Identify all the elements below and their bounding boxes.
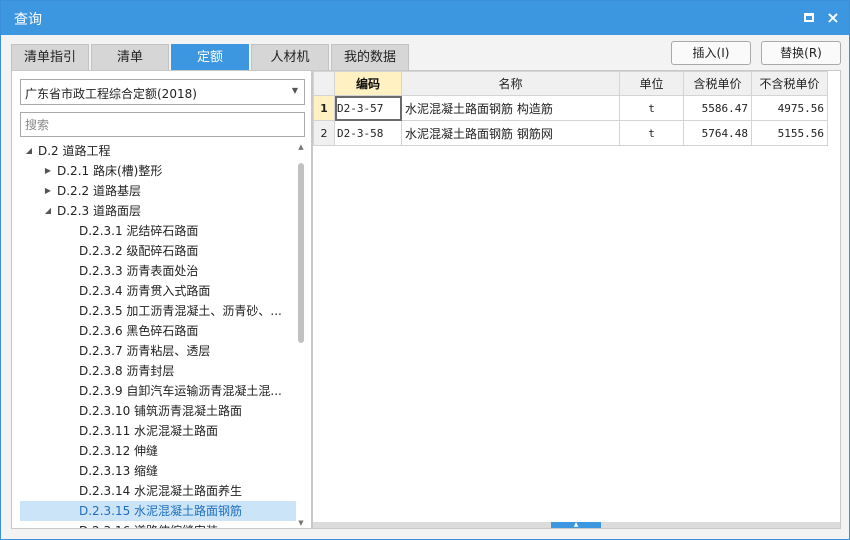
maximize-icon: [804, 13, 814, 22]
tab-qingdan-zhiyin[interactable]: 清单指引: [11, 44, 89, 70]
tree-item[interactable]: ▶ D.2.1 路床(槽)整形: [20, 161, 296, 181]
tree-item-label: D.2.3.12 伸缝: [79, 444, 159, 458]
title-bar[interactable]: 查询 ×: [1, 1, 849, 35]
expand-icon[interactable]: ▶: [43, 181, 53, 201]
quota-library-select[interactable]: 广东省市政工程综合定额(2018) ▼: [20, 79, 305, 105]
tab-my-data[interactable]: 我的数据: [331, 44, 409, 70]
cell-price-notax[interactable]: 5155.56: [751, 120, 828, 146]
tree-item-label: D.2.3.16 道路伸缩缝安装: [79, 521, 218, 528]
tree-item-label: D.2.3.8 沥青封层: [79, 364, 175, 378]
tree-item-label: D.2.3.2 级配碎石路面: [79, 244, 199, 258]
tree-item[interactable]: D.2.3.11 水泥混凝土路面: [20, 421, 296, 441]
tree-item[interactable]: D.2.3.9 自卸汽车运输沥青混凝土混...: [20, 381, 296, 401]
quota-library-value: 广东省市政工程综合定额(2018): [25, 87, 197, 101]
grid-hscrollbar[interactable]: ▲: [313, 522, 840, 528]
category-tree: ◢ D.2 道路工程 ▶ D.2.1 路床(槽)整形 ▶ D.2.2 道路基层 ◢ D.2.3…: [12, 141, 296, 528]
scroll-up-icon[interactable]: ▲: [297, 143, 305, 151]
quota-grid-panel: 编码 名称 单位 含税单价 不含税单价 1 D2-3-57 水泥混凝土路面钢筋 …: [312, 70, 841, 529]
tree-item-label: D.2.3.9 自卸汽车运输沥青混凝土混...: [79, 384, 282, 398]
tree-item-label: D.2.3.1 泥结碎石路面: [79, 224, 199, 238]
tree-item-label: D.2.3.4 沥青贯入式路面: [79, 284, 211, 298]
close-button[interactable]: ×: [823, 8, 843, 28]
cell-price-notax[interactable]: 4975.56: [751, 95, 828, 121]
cell-unit[interactable]: t: [619, 95, 684, 121]
collapse-icon[interactable]: ◢: [43, 201, 53, 221]
tree-item[interactable]: D.2.3.1 泥结碎石路面: [20, 221, 296, 241]
tree-item[interactable]: D.2.3.7 沥青粘层、透层: [20, 341, 296, 361]
tree-item-label: D.2.3.3 沥青表面处治: [79, 264, 199, 278]
header-rownum: [313, 71, 335, 96]
tree-item[interactable]: ▶ D.2.2 道路基层: [20, 181, 296, 201]
search-input[interactable]: [20, 112, 305, 137]
tree-item[interactable]: D.2.3.13 缩缝: [20, 461, 296, 481]
query-window: 查询 × 清单指引 清单 定额 人材机 我的数据 插入(I) 替换(R) 广东省…: [0, 0, 850, 540]
table-row[interactable]: 1 D2-3-57 水泥混凝土路面钢筋 构造筋 t 5586.47 4975.5…: [313, 95, 828, 121]
maximize-button[interactable]: [799, 8, 819, 28]
tree-item[interactable]: D.2.3.4 沥青贯入式路面: [20, 281, 296, 301]
tree-item[interactable]: D.2.3.6 黑色碎石路面: [20, 321, 296, 341]
window-title: 查询: [14, 12, 42, 28]
tree-item[interactable]: D.2.3.14 水泥混凝土路面养生: [20, 481, 296, 501]
tree-item[interactable]: D.2.3.15 水泥混凝土路面钢筋: [20, 501, 296, 521]
tree-item-label: D.2.3.15 水泥混凝土路面钢筋: [79, 504, 243, 518]
left-panel: 广东省市政工程综合定额(2018) ▼ ◢ D.2 道路工程 ▶ D.2.1 路床(槽…: [11, 70, 312, 529]
collapse-icon[interactable]: ◢: [24, 141, 34, 161]
tree-item[interactable]: ◢ D.2 道路工程: [20, 141, 296, 161]
cell-name[interactable]: 水泥混凝土路面钢筋 钢筋网: [401, 120, 620, 146]
tab-dinge[interactable]: 定额: [171, 44, 249, 70]
tree-item[interactable]: D.2.3.8 沥青封层: [20, 361, 296, 381]
cell-unit[interactable]: t: [619, 120, 684, 146]
tree-item-label: D.2.3.7 沥青粘层、透层: [79, 344, 211, 358]
row-number: 2: [313, 120, 335, 146]
tree-item-label: D.2.3.6 黑色碎石路面: [79, 324, 199, 338]
cell-code[interactable]: D2-3-57: [334, 95, 402, 121]
tree-item[interactable]: D.2.3.10 铺筑沥青混凝土路面: [20, 401, 296, 421]
tree-item-label: D.2.3.10 铺筑沥青混凝土路面: [79, 404, 243, 418]
header-code[interactable]: 编码: [334, 71, 402, 96]
tab-rencaiji[interactable]: 人材机: [251, 44, 329, 70]
expand-icon[interactable]: ▶: [43, 161, 53, 181]
tree-item-label: D.2.3.14 水泥混凝土路面养生: [79, 484, 243, 498]
row-number: 1: [313, 95, 335, 121]
tree-item[interactable]: D.2.3.16 道路伸缩缝安装: [20, 521, 296, 528]
tree-item-label: D.2.3.5 加工沥青混凝土、沥青砂、...: [79, 304, 282, 318]
header-price-notax[interactable]: 不含税单价: [751, 71, 828, 96]
cell-price-tax[interactable]: 5764.48: [683, 120, 752, 146]
replace-button[interactable]: 替换(R): [761, 41, 841, 65]
close-icon: ×: [826, 8, 840, 27]
tree-item-label: D.2.2 道路基层: [57, 184, 141, 198]
tree-item-label: D.2.3.13 缩缝: [79, 464, 159, 478]
insert-button[interactable]: 插入(I): [671, 41, 751, 65]
tree-item[interactable]: D.2.3.3 沥青表面处治: [20, 261, 296, 281]
tab-qingdan[interactable]: 清单: [91, 44, 169, 70]
tree-item-label: D.2.3.11 水泥混凝土路面: [79, 424, 219, 438]
cell-price-tax[interactable]: 5586.47: [683, 95, 752, 121]
tree-item[interactable]: ◢ D.2.3 道路面层: [20, 201, 296, 221]
cell-code[interactable]: D2-3-58: [334, 120, 402, 146]
chevron-down-icon: ▼: [291, 86, 298, 95]
tree-item-label: D.2.3 道路面层: [57, 204, 141, 218]
cell-name[interactable]: 水泥混凝土路面钢筋 构造筋: [401, 95, 620, 121]
tree-item[interactable]: D.2.3.2 级配碎石路面: [20, 241, 296, 261]
scroll-down-icon[interactable]: ▼: [297, 519, 305, 527]
header-unit[interactable]: 单位: [619, 71, 684, 96]
scroll-thumb[interactable]: [298, 163, 304, 343]
splitter-handle-icon[interactable]: ▲: [551, 522, 601, 528]
tree-item[interactable]: D.2.3.12 伸缝: [20, 441, 296, 461]
table-row[interactable]: 2 D2-3-58 水泥混凝土路面钢筋 钢筋网 t 5764.48 5155.5…: [313, 120, 828, 146]
quota-table: 编码 名称 单位 含税单价 不含税单价 1 D2-3-57 水泥混凝土路面钢筋 …: [313, 71, 828, 146]
tree-item-label: D.2.1 路床(槽)整形: [57, 164, 163, 178]
tree-item[interactable]: D.2.3.5 加工沥青混凝土、沥青砂、...: [20, 301, 296, 321]
header-name[interactable]: 名称: [401, 71, 620, 96]
tree-scrollbar[interactable]: ▲ ▼: [297, 143, 305, 527]
table-header-row: 编码 名称 单位 含税单价 不含税单价: [313, 71, 828, 96]
header-price-tax[interactable]: 含税单价: [683, 71, 752, 96]
tree-item-label: D.2 道路工程: [38, 144, 111, 158]
